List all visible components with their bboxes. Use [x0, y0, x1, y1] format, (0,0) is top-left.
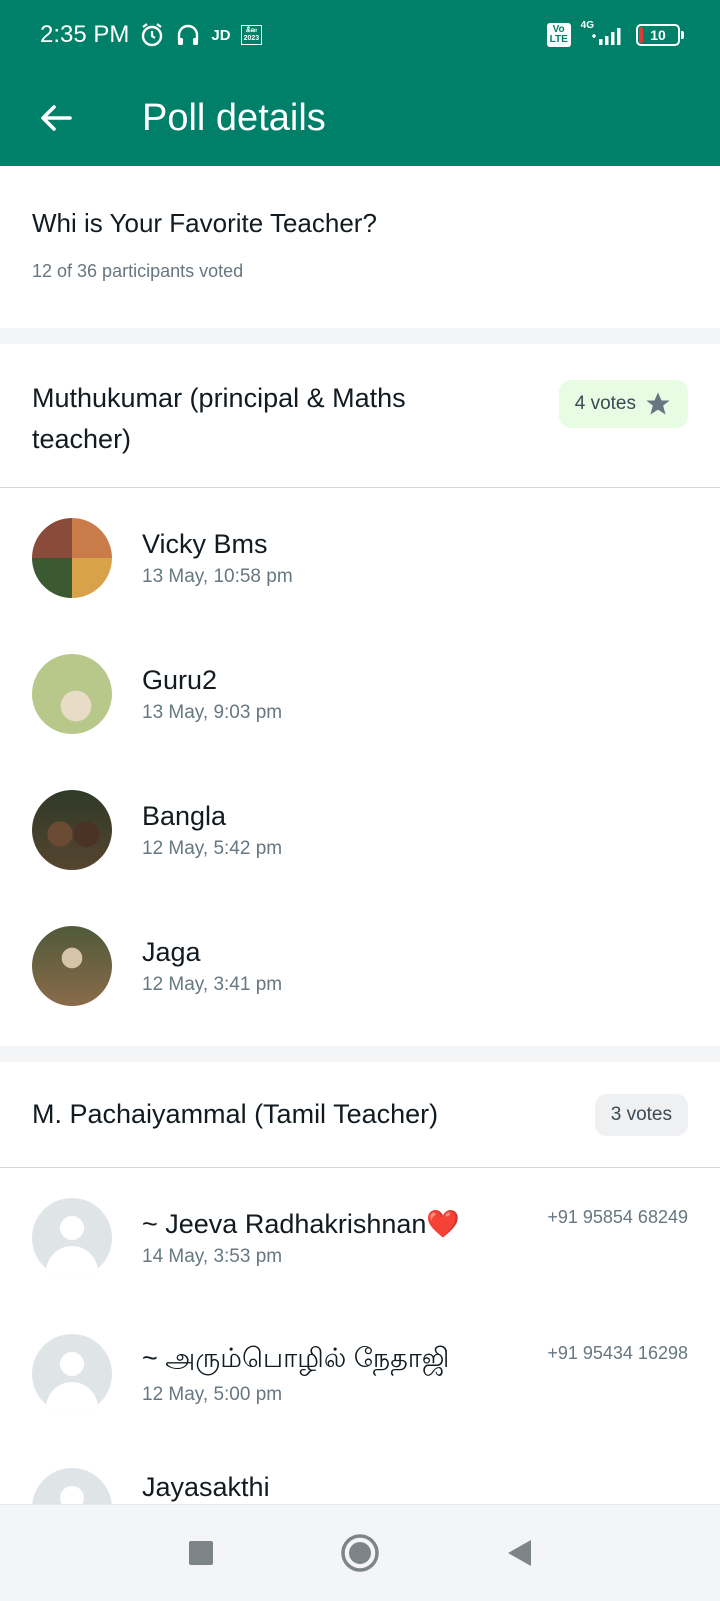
section-divider [0, 1046, 720, 1062]
page-title: Poll details [142, 96, 326, 139]
back-arrow-icon [41, 105, 72, 131]
back-nav-button[interactable] [497, 1531, 541, 1575]
star-icon [646, 392, 670, 415]
voter-name: Vicky Bms [142, 528, 268, 559]
vote-count-badge: 3 votes [594, 1093, 688, 1136]
avatar [32, 518, 112, 598]
toolbar: Poll details [0, 70, 720, 166]
app-bar: 2:35 PM JD கீன 2023 Vo LTE 4G 10 Poll de… [0, 0, 720, 166]
network-type: 4G [580, 19, 594, 31]
battery-level: 10 [650, 27, 666, 43]
vote-time: 12 May, 5:42 pm [142, 837, 283, 859]
voter-phone: +91 95854 68249 [547, 1207, 688, 1227]
voter-name: Jayasakthi [142, 1472, 270, 1502]
system-navigation-bar [0, 1504, 720, 1601]
voter-row[interactable]: Bangla 12 May, 5:42 pm [0, 762, 720, 898]
poll-option-title: M. Pachaiyammal (Tamil Teacher) [32, 1099, 439, 1129]
voter-row[interactable]: ~ Jeeva Radhakrishnan❤️ 14 May, 3:53 pm … [0, 1170, 720, 1306]
vote-count: 3 votes [610, 1103, 672, 1125]
voter-row[interactable]: ~ அரும்பொழில் நேதாஜி 12 May, 5:00 pm +91… [0, 1306, 720, 1442]
poll-option-title: Muthukumar (principal & Maths teacher) [32, 383, 406, 454]
recents-button[interactable] [179, 1531, 223, 1575]
voter-row[interactable]: Vicky Bms 13 May, 10:58 pm [0, 490, 720, 626]
back-button[interactable] [26, 88, 86, 148]
jd-notification-icon: JD [211, 26, 231, 44]
vote-count: 4 votes [574, 393, 636, 414]
badge-bottom-text: 2023 [243, 35, 260, 42]
triangle-back-icon [508, 1540, 531, 1566]
voter-name: Bangla [142, 800, 227, 831]
voter-row[interactable]: Jaga 12 May, 3:41 pm [0, 898, 720, 1034]
voter-row[interactable]: Guru2 13 May, 9:03 pm [0, 626, 720, 762]
volte-icon: Vo LTE [546, 23, 571, 47]
poll-question: Whi is Your Favorite Teacher? [32, 208, 377, 238]
alarm-icon [139, 22, 165, 48]
poll-question-card: Whi is Your Favorite Teacher? 12 of 36 p… [0, 166, 720, 328]
square-icon [189, 1541, 213, 1565]
default-avatar-icon [32, 1198, 112, 1278]
calendar-badge-icon: கீன 2023 [240, 25, 263, 45]
vote-count-badge: 4 votes [558, 380, 688, 428]
poll-content: Whi is Your Favorite Teacher? 12 of 36 p… [0, 166, 720, 1578]
participants-count: 12 of 36 participants voted [32, 261, 244, 281]
signal-icon [590, 24, 626, 46]
poll-option-header: Muthukumar (principal & Maths teacher) 4… [0, 344, 720, 488]
vote-time: 13 May, 10:58 pm [142, 565, 293, 587]
poll-option-header: M. Pachaiyammal (Tamil Teacher) 3 votes [0, 1062, 720, 1168]
default-avatar-icon [32, 1334, 112, 1414]
avatar [32, 926, 112, 1006]
avatar [32, 654, 112, 734]
home-button[interactable] [338, 1531, 382, 1575]
section-divider [0, 328, 720, 344]
voter-name: Guru2 [142, 664, 218, 695]
voter-name: Jaga [142, 936, 201, 967]
status-time: 2:35 PM [40, 21, 130, 48]
vote-time: 12 May, 3:41 pm [142, 973, 283, 995]
battery-icon: 10 [636, 24, 684, 46]
home-circle-icon [341, 1534, 379, 1572]
voter-phone: +91 95434 16298 [547, 1343, 688, 1363]
avatar [32, 790, 112, 870]
status-bar: 2:35 PM JD கீன 2023 Vo LTE 4G 10 [0, 0, 720, 70]
vote-time: 12 May, 5:00 pm [142, 1383, 283, 1405]
vote-time: 14 May, 3:53 pm [142, 1246, 283, 1267]
vote-time: 13 May, 9:03 pm [142, 701, 283, 723]
headphones-icon [175, 22, 201, 48]
badge-top-text: கீன [245, 27, 257, 34]
